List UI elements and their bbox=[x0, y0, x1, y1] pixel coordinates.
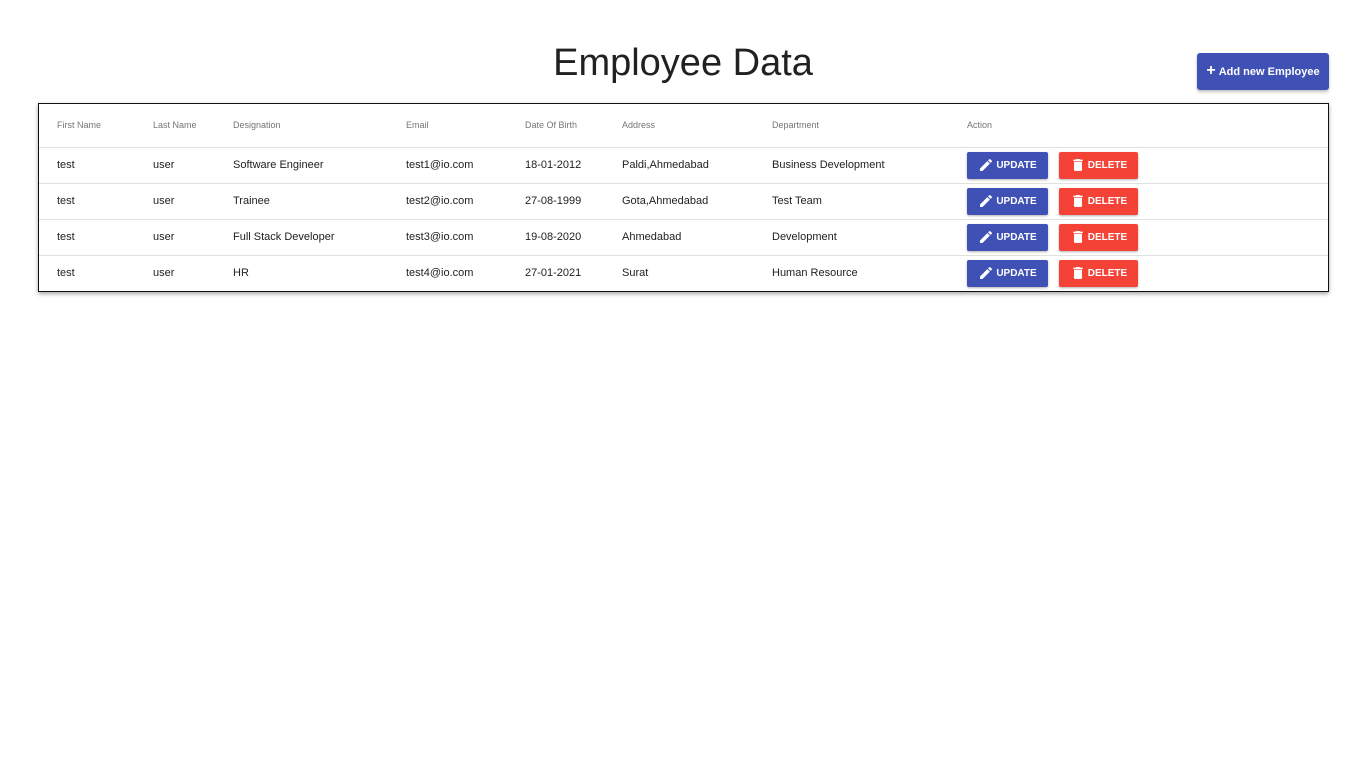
table-row: test user Trainee test2@io.com 27-08-199… bbox=[39, 183, 1328, 219]
table-row: test user Software Engineer test1@io.com… bbox=[39, 147, 1328, 183]
pencil-icon bbox=[980, 230, 993, 243]
delete-button[interactable]: DELETE bbox=[1059, 187, 1138, 215]
header-department[interactable]: Department bbox=[772, 104, 967, 147]
cell-department: Test Team bbox=[772, 195, 822, 207]
cell-department: Human Resource bbox=[772, 267, 858, 280]
delete-label: DELETE bbox=[1087, 159, 1128, 171]
update-label: UPDATE bbox=[996, 267, 1037, 279]
header-email[interactable]: Email bbox=[406, 104, 525, 147]
add-employee-button[interactable]: + Add new Employee bbox=[1197, 53, 1329, 90]
cell-designation: Software Engineer bbox=[233, 159, 324, 171]
cell-actions: UPDATE DELETE bbox=[967, 219, 1328, 255]
cell-address: Gota,Ahmedabad bbox=[622, 195, 709, 207]
plus-icon: + bbox=[1206, 62, 1216, 79]
cell-first-name: test bbox=[57, 159, 75, 171]
cell-last-name: user bbox=[153, 159, 175, 171]
cell-actions: UPDATE DELETE bbox=[967, 147, 1328, 183]
pencil-icon bbox=[980, 158, 993, 171]
cell-last-name: user bbox=[153, 231, 175, 243]
cell-last-name: user bbox=[153, 195, 175, 207]
update-button[interactable]: UPDATE bbox=[967, 187, 1048, 215]
header-action: Action bbox=[967, 120, 993, 131]
delete-label: DELETE bbox=[1087, 267, 1128, 279]
cell-date-of-birth: 18-01-2012 bbox=[525, 159, 582, 171]
cell-first-name: test bbox=[57, 195, 75, 207]
page-title: Employee Data bbox=[553, 42, 813, 84]
cell-designation: Trainee bbox=[233, 195, 270, 207]
trash-icon bbox=[1073, 231, 1083, 243]
cell-actions: UPDATE DELETE bbox=[967, 183, 1328, 219]
cell-first-name: test bbox=[57, 267, 75, 280]
cell-actions: UPDATE DELETE bbox=[967, 255, 1328, 291]
header-last-name[interactable]: Last Name bbox=[153, 104, 233, 147]
add-employee-label: Add new Employee bbox=[1218, 65, 1320, 78]
update-button[interactable]: UPDATE bbox=[967, 259, 1048, 287]
header-first-name[interactable]: First Name bbox=[39, 104, 153, 147]
table-header-row: First Name Last Name Designation Email D… bbox=[39, 104, 1328, 147]
update-label: UPDATE bbox=[996, 195, 1037, 207]
delete-button[interactable]: DELETE bbox=[1059, 151, 1138, 179]
delete-button[interactable]: DELETE bbox=[1059, 223, 1138, 251]
cell-designation: HR bbox=[233, 267, 249, 280]
cell-email: test1@io.com bbox=[406, 159, 474, 171]
cell-date-of-birth: 27-08-1999 bbox=[525, 195, 582, 207]
row-actions: UPDATE DELETE bbox=[967, 259, 1328, 287]
update-label: UPDATE bbox=[996, 159, 1037, 171]
cell-designation: Full Stack Developer bbox=[233, 231, 335, 243]
cell-first-name: test bbox=[57, 231, 75, 243]
cell-date-of-birth: 27-01-2021 bbox=[525, 267, 582, 280]
pencil-icon bbox=[980, 194, 993, 207]
delete-button[interactable]: DELETE bbox=[1059, 259, 1138, 287]
row-actions: UPDATE DELETE bbox=[967, 151, 1328, 179]
cell-date-of-birth: 19-08-2020 bbox=[525, 231, 582, 243]
header-designation[interactable]: Designation bbox=[233, 104, 406, 147]
update-button[interactable]: UPDATE bbox=[967, 151, 1048, 179]
cell-address: Paldi,Ahmedabad bbox=[622, 159, 709, 171]
trash-icon bbox=[1073, 195, 1083, 207]
employee-table-container: First Name Last Name Designation Email D… bbox=[38, 103, 1329, 292]
cell-email: test4@io.com bbox=[406, 267, 474, 280]
trash-icon bbox=[1073, 267, 1083, 280]
cell-department: Business Development bbox=[772, 159, 885, 171]
cell-address: Ahmedabad bbox=[622, 231, 682, 243]
header-date-of-birth[interactable]: Date Of Birth bbox=[525, 104, 622, 147]
cell-email: test3@io.com bbox=[406, 231, 474, 243]
header-address[interactable]: Address bbox=[622, 104, 772, 147]
cell-email: test2@io.com bbox=[406, 195, 474, 207]
row-actions: UPDATE DELETE bbox=[967, 187, 1328, 215]
update-button[interactable]: UPDATE bbox=[967, 223, 1048, 251]
delete-label: DELETE bbox=[1087, 195, 1128, 207]
employee-table: First Name Last Name Designation Email D… bbox=[39, 104, 1328, 291]
pencil-icon bbox=[980, 267, 993, 280]
table-row: test user HR test4@io.com 27-01-2021 Sur… bbox=[39, 255, 1328, 291]
cell-address: Surat bbox=[622, 267, 649, 280]
row-actions: UPDATE DELETE bbox=[967, 223, 1328, 251]
update-label: UPDATE bbox=[996, 231, 1037, 243]
trash-icon bbox=[1073, 159, 1083, 171]
delete-label: DELETE bbox=[1087, 231, 1128, 243]
cell-department: Development bbox=[772, 231, 837, 243]
cell-last-name: user bbox=[153, 267, 175, 280]
table-row: test user Full Stack Developer test3@io.… bbox=[39, 219, 1328, 255]
